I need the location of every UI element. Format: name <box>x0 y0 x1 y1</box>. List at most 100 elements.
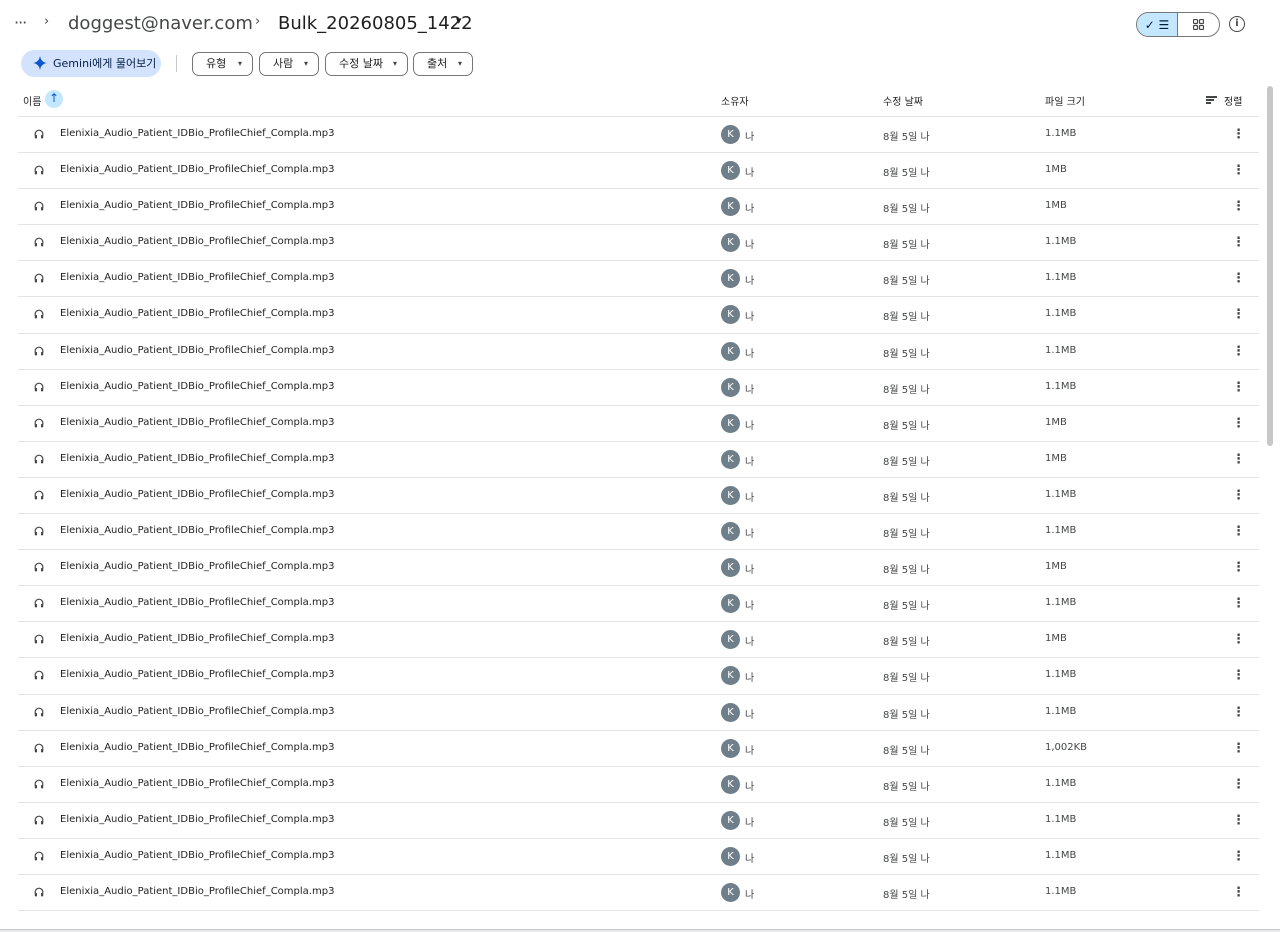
more-actions-icon[interactable]: ⋮ <box>1232 558 1245 578</box>
file-size: 1.1MB <box>1045 236 1077 248</box>
modified-date: 8월 5일 나 <box>883 565 930 577</box>
file-row[interactable]: Elenixia_Audio_Patient_IDBio_ProfileChie… <box>18 622 1259 659</box>
file-row[interactable]: Elenixia_Audio_Patient_IDBio_ProfileChie… <box>18 839 1259 875</box>
file-row[interactable]: Elenixia_Audio_Patient_IDBio_ProfileChie… <box>18 334 1259 370</box>
file-row[interactable]: Elenixia_Audio_Patient_IDBio_ProfileChie… <box>18 406 1259 442</box>
file-row[interactable]: Elenixia_Audio_Patient_IDBio_ProfileChie… <box>18 803 1259 839</box>
file-size: 1.1MB <box>1045 344 1077 356</box>
column-size-header[interactable]: 파일 크기 <box>1045 93 1085 108</box>
owner-label: 나 <box>745 276 755 288</box>
file-name: Elenixia_Audio_Patient_IDBio_ProfileChie… <box>60 416 335 428</box>
file-name: Elenixia_Audio_Patient_IDBio_ProfileChie… <box>60 488 335 500</box>
file-row[interactable]: Elenixia_Audio_Patient_IDBio_ProfileChie… <box>18 117 1259 154</box>
breadcrumb-more-button[interactable]: ··· <box>14 12 32 36</box>
owner-label: 나 <box>745 456 755 468</box>
view-toggle: ✓ ☰ <box>1136 12 1220 37</box>
scrollbar-thumb[interactable] <box>1267 86 1273 446</box>
more-actions-icon[interactable]: ⋮ <box>1232 450 1245 470</box>
file-size: 1.1MB <box>1045 777 1077 789</box>
filter-modified-chip[interactable]: 수정 날짜 ▾ <box>325 52 408 76</box>
file-row[interactable]: Elenixia_Audio_Patient_IDBio_ProfileChie… <box>18 658 1259 695</box>
owner-label: 나 <box>745 168 755 180</box>
modified-date: 8월 5일 나 <box>883 781 930 793</box>
more-actions-icon[interactable]: ⋮ <box>1232 197 1245 217</box>
sort-ascending-icon[interactable]: ↑ <box>45 90 63 108</box>
breadcrumb-current-folder[interactable]: Bulk_20260805_1422 <box>278 12 473 36</box>
file-row[interactable]: Elenixia_Audio_Patient_IDBio_ProfileChie… <box>18 731 1259 767</box>
more-actions-icon[interactable]: ⋮ <box>1232 269 1245 289</box>
file-row[interactable]: Elenixia_Audio_Patient_IDBio_ProfileChie… <box>18 297 1259 334</box>
file-row[interactable]: Elenixia_Audio_Patient_IDBio_ProfileChie… <box>18 261 1259 298</box>
more-actions-icon[interactable]: ⋮ <box>1232 739 1245 759</box>
file-name: Elenixia_Audio_Patient_IDBio_ProfileChie… <box>60 885 335 897</box>
file-row[interactable]: Elenixia_Audio_Patient_IDBio_ProfileChie… <box>18 478 1259 515</box>
audio-file-icon <box>34 418 44 428</box>
audio-file-icon <box>34 743 44 753</box>
file-name: Elenixia_Audio_Patient_IDBio_ProfileChie… <box>60 164 335 176</box>
owner-avatar: K <box>721 666 740 686</box>
owner-avatar: K <box>721 558 740 578</box>
breadcrumb-user[interactable]: doggest@naver.com <box>68 12 253 36</box>
more-actions-icon[interactable]: ⋮ <box>1232 811 1245 831</box>
owner-label: 나 <box>745 637 755 649</box>
file-row[interactable]: Elenixia_Audio_Patient_IDBio_ProfileChie… <box>18 550 1259 587</box>
more-actions-icon[interactable]: ⋮ <box>1232 305 1245 325</box>
file-name: Elenixia_Audio_Patient_IDBio_ProfileChie… <box>60 128 335 139</box>
list-view-button[interactable]: ✓ ☰ <box>1137 13 1179 36</box>
more-actions-icon[interactable]: ⋮ <box>1232 847 1245 867</box>
more-actions-icon[interactable]: ⋮ <box>1232 703 1245 723</box>
file-name: Elenixia_Audio_Patient_IDBio_ProfileChie… <box>60 525 335 537</box>
owner-label: 나 <box>745 745 755 757</box>
gemini-ask-label: Gemini에게 물어보기 <box>53 57 157 70</box>
owner-label: 나 <box>745 889 755 901</box>
more-actions-icon[interactable]: ⋮ <box>1232 342 1245 362</box>
owner-avatar: K <box>721 377 740 397</box>
column-owner-header: 소유자 <box>721 97 749 108</box>
file-size: 1.1MB <box>1045 669 1077 681</box>
file-row[interactable]: Elenixia_Audio_Patient_IDBio_ProfileChie… <box>18 695 1259 731</box>
owner-avatar: K <box>721 882 740 902</box>
folder-dropdown-icon[interactable]: ▾ <box>456 14 462 27</box>
more-actions-icon[interactable]: ⋮ <box>1232 594 1245 614</box>
column-modified-header[interactable]: 수정 날짜 <box>883 93 923 108</box>
more-actions-icon[interactable]: ⋮ <box>1232 775 1245 795</box>
filter-type-label: 유형 <box>206 57 227 70</box>
file-size: 1.1MB <box>1045 308 1077 320</box>
file-name: Elenixia_Audio_Patient_IDBio_ProfileChie… <box>60 272 335 284</box>
more-actions-icon[interactable]: ⋮ <box>1232 378 1245 398</box>
more-actions-icon[interactable]: ⋮ <box>1232 414 1245 434</box>
more-actions-icon[interactable]: ⋮ <box>1232 125 1245 145</box>
filter-people-chip[interactable]: 사람 ▾ <box>259 52 319 76</box>
more-actions-icon[interactable]: ⋮ <box>1232 630 1245 650</box>
more-actions-icon[interactable]: ⋮ <box>1232 666 1245 686</box>
file-row[interactable]: Elenixia_Audio_Patient_IDBio_ProfileChie… <box>18 875 1259 912</box>
gemini-ask-button[interactable]: Gemini에게 물어보기 <box>21 50 161 77</box>
filter-source-chip[interactable]: 출처 ▾ <box>413 52 473 76</box>
more-actions-icon[interactable]: ⋮ <box>1232 233 1245 253</box>
more-actions-icon[interactable]: ⋮ <box>1232 883 1245 903</box>
more-actions-icon[interactable]: ⋮ <box>1232 522 1245 542</box>
header-bar: ··· › doggest@naver.com › Bulk_20260805_… <box>0 0 1280 48</box>
filter-type-chip[interactable]: 유형 ▾ <box>192 52 253 76</box>
owner-avatar: K <box>721 810 740 830</box>
file-name: Elenixia_Audio_Patient_IDBio_ProfileChie… <box>60 849 335 861</box>
file-row[interactable]: Elenixia_Audio_Patient_IDBio_ProfileChie… <box>18 189 1259 226</box>
more-actions-icon[interactable]: ⋮ <box>1232 161 1245 181</box>
file-row[interactable]: Elenixia_Audio_Patient_IDBio_ProfileChie… <box>18 767 1259 803</box>
grid-view-button[interactable] <box>1178 13 1219 36</box>
file-row[interactable]: Elenixia_Audio_Patient_IDBio_ProfileChie… <box>18 586 1259 623</box>
owner-avatar: K <box>721 522 740 542</box>
file-row[interactable]: Elenixia_Audio_Patient_IDBio_ProfileChie… <box>18 153 1259 190</box>
file-row[interactable]: Elenixia_Audio_Patient_IDBio_ProfileChie… <box>18 370 1259 406</box>
owner-avatar: K <box>721 846 740 866</box>
file-row[interactable]: Elenixia_Audio_Patient_IDBio_ProfileChie… <box>18 225 1259 262</box>
owner-avatar: K <box>721 269 740 289</box>
owner-label: 나 <box>745 853 755 865</box>
column-name-header[interactable]: 이름 <box>23 93 41 108</box>
chevron-right-icon: › <box>44 14 50 29</box>
file-row[interactable]: Elenixia_Audio_Patient_IDBio_ProfileChie… <box>18 442 1259 478</box>
modified-date: 8월 5일 나 <box>883 601 930 613</box>
more-actions-icon[interactable]: ⋮ <box>1232 486 1245 506</box>
file-row[interactable]: Elenixia_Audio_Patient_IDBio_ProfileChie… <box>18 514 1259 551</box>
info-icon[interactable]: i <box>1229 16 1245 32</box>
